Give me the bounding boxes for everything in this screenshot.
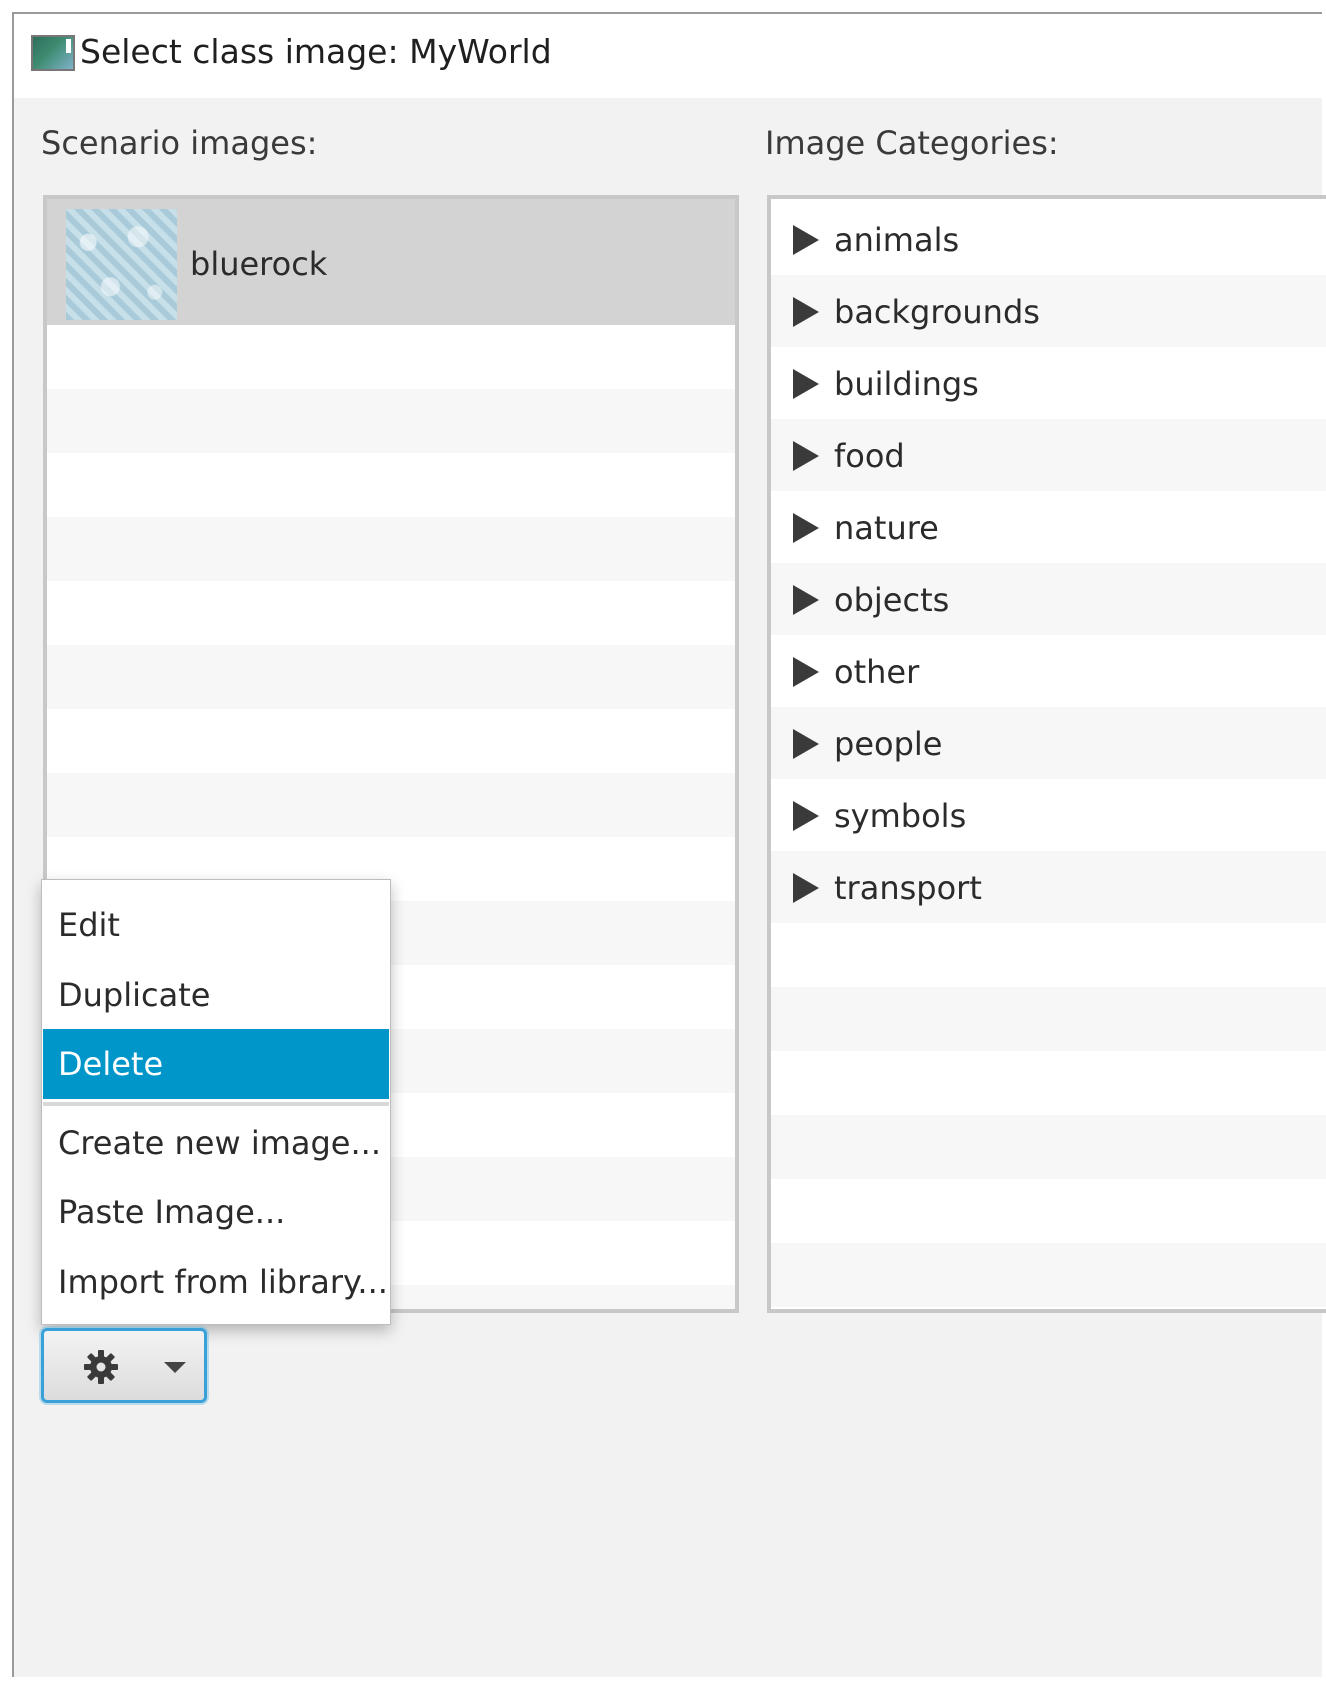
menu-item-create-new-image[interactable]: Create new image... xyxy=(43,1108,389,1178)
list-item-label: bluerock xyxy=(190,245,328,283)
expand-arrow-icon[interactable] xyxy=(793,513,819,543)
menu-separator xyxy=(43,1102,389,1106)
expand-arrow-icon[interactable] xyxy=(793,873,819,903)
bluerock-thumbnail xyxy=(66,209,177,320)
gear-icon xyxy=(84,1350,118,1384)
tree-item-animals[interactable]: animals xyxy=(771,203,1326,275)
tree-item-transport[interactable]: transport xyxy=(771,851,1326,923)
empty-row xyxy=(47,581,735,645)
empty-row xyxy=(771,1179,1326,1243)
expand-arrow-icon[interactable] xyxy=(793,441,819,471)
menu-item-edit[interactable]: Edit xyxy=(43,890,389,960)
tree-item-label: buildings xyxy=(834,365,979,403)
menu-item-paste-image[interactable]: Paste Image... xyxy=(43,1177,389,1247)
expand-arrow-icon[interactable] xyxy=(793,729,819,759)
empty-row xyxy=(771,1051,1326,1115)
tree-item-buildings[interactable]: buildings xyxy=(771,347,1326,419)
tree-item-label: symbols xyxy=(834,797,967,835)
empty-row xyxy=(47,453,735,517)
empty-row xyxy=(47,389,735,453)
tree-item-food[interactable]: food xyxy=(771,419,1326,491)
image-actions-menu-button[interactable] xyxy=(41,1328,207,1403)
expand-arrow-icon[interactable] xyxy=(793,369,819,399)
expand-arrow-icon[interactable] xyxy=(793,657,819,687)
tree-item-label: nature xyxy=(834,509,939,547)
empty-row xyxy=(771,923,1326,987)
empty-row xyxy=(47,709,735,773)
tree-item-label: objects xyxy=(834,581,950,619)
expand-arrow-icon[interactable] xyxy=(793,225,819,255)
tree-item-label: other xyxy=(834,653,920,691)
menu-item-delete[interactable]: Delete xyxy=(43,1029,389,1099)
tree-item-backgrounds[interactable]: backgrounds xyxy=(771,275,1326,347)
menu-item-duplicate[interactable]: Duplicate xyxy=(43,960,389,1030)
expand-arrow-icon[interactable] xyxy=(793,585,819,615)
expand-arrow-icon[interactable] xyxy=(793,801,819,831)
empty-row xyxy=(771,987,1326,1051)
tree-item-label: animals xyxy=(834,221,960,259)
scenario-images-label: Scenario images: xyxy=(41,124,318,162)
image-categories-tree[interactable]: animals backgrounds buildings food natur… xyxy=(767,195,1326,1313)
title-bar: Select class image: MyWorld xyxy=(14,14,1322,98)
empty-row xyxy=(771,1115,1326,1179)
tree-item-label: backgrounds xyxy=(834,293,1040,331)
tree-item-other[interactable]: other xyxy=(771,635,1326,707)
empty-row xyxy=(771,1243,1326,1307)
image-context-menu: Edit Duplicate Delete Create new image..… xyxy=(41,879,391,1325)
expand-arrow-icon[interactable] xyxy=(793,297,819,327)
menu-item-import-from-library[interactable]: Import from library... xyxy=(43,1247,389,1317)
empty-row xyxy=(47,645,735,709)
app-icon xyxy=(31,35,75,71)
chevron-down-icon xyxy=(164,1362,186,1373)
window-title: Select class image: MyWorld xyxy=(80,32,552,71)
tree-item-objects[interactable]: objects xyxy=(771,563,1326,635)
image-categories-label: Image Categories: xyxy=(765,124,1059,162)
list-item-bluerock[interactable]: bluerock xyxy=(47,199,735,325)
empty-row xyxy=(47,517,735,581)
tree-item-label: transport xyxy=(834,869,982,907)
tree-item-nature[interactable]: nature xyxy=(771,491,1326,563)
tree-item-symbols[interactable]: symbols xyxy=(771,779,1326,851)
empty-row xyxy=(47,325,735,389)
tree-item-label: food xyxy=(834,437,905,475)
empty-row xyxy=(47,773,735,837)
tree-item-people[interactable]: people xyxy=(771,707,1326,779)
dialog-window: Select class image: MyWorld Scenario ima… xyxy=(12,12,1326,1677)
tree-item-label: people xyxy=(834,725,943,763)
